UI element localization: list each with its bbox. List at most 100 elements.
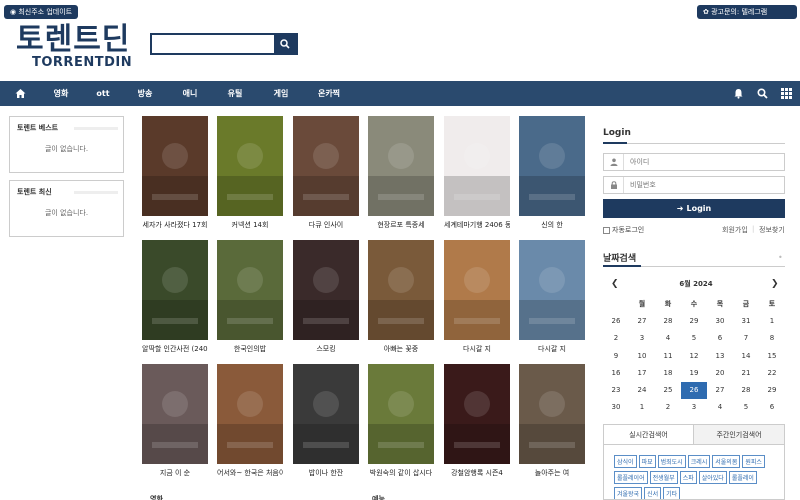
calendar-day[interactable]: 22	[759, 365, 785, 382]
calendar-day[interactable]: 7	[733, 330, 759, 347]
calendar-day[interactable]: 8	[759, 330, 785, 347]
calendar-day[interactable]: 3	[629, 330, 655, 347]
post-thumbnail[interactable]	[217, 240, 283, 340]
post-card[interactable]: 신의 한	[519, 116, 585, 231]
post-caption[interactable]: 다큐 인사이	[293, 219, 359, 231]
nav-item-movie[interactable]: 영화	[44, 81, 78, 106]
post-thumbnail[interactable]	[142, 116, 208, 216]
post-caption[interactable]: 놀아주는 여	[519, 467, 585, 479]
calendar-day[interactable]: 14	[733, 348, 759, 365]
keyword-tag[interactable]: 크레시	[687, 455, 711, 468]
nav-item-broadcast[interactable]: 방송	[129, 81, 161, 106]
id-input[interactable]	[624, 154, 784, 170]
calendar-day[interactable]: 1	[759, 313, 785, 330]
calendar-day[interactable]: 29	[681, 313, 707, 330]
post-thumbnail[interactable]	[368, 116, 434, 216]
calendar-day[interactable]: 27	[629, 313, 655, 330]
post-card[interactable]: 다시갈 지	[519, 240, 585, 355]
calendar-day[interactable]: 16	[603, 365, 629, 382]
calendar-day[interactable]: 13	[707, 348, 733, 365]
post-caption[interactable]: 세계테마기행 2406 동	[444, 219, 510, 231]
post-caption[interactable]: 한국인의밥	[217, 343, 283, 355]
calendar-day[interactable]: 29	[759, 382, 785, 399]
post-caption[interactable]: 강철암행록 시즌4	[444, 467, 510, 479]
nav-item-oncazzik[interactable]: 온카찍	[309, 81, 349, 106]
post-thumbnail[interactable]	[444, 240, 510, 340]
post-caption[interactable]: 신의 한	[519, 219, 585, 231]
calendar-day[interactable]: 15	[759, 348, 785, 365]
post-caption[interactable]: 어서와~ 한국은 처음이	[217, 467, 283, 479]
calendar-day[interactable]: 5	[681, 330, 707, 347]
tab-weekly-keywords[interactable]: 주간인기검색어	[694, 425, 784, 444]
calendar-day[interactable]: 30	[707, 313, 733, 330]
calendar-day[interactable]: 30	[603, 399, 629, 416]
post-thumbnail[interactable]	[217, 364, 283, 464]
post-caption[interactable]: 박원숙의 같이 삽시다	[368, 467, 434, 479]
more-icon[interactable]: •	[778, 253, 783, 262]
keyword-tag[interactable]: 롤플레이	[728, 471, 757, 484]
post-thumbnail[interactable]	[293, 240, 359, 340]
calendar-day[interactable]: 28	[733, 382, 759, 399]
post-caption[interactable]: 현장르포 특종세	[368, 219, 434, 231]
post-card[interactable]: 알딱할 인간사전 (2406 12학	[142, 240, 208, 355]
post-caption[interactable]: 다시갈 지	[519, 343, 585, 355]
calendar-day[interactable]: 12	[681, 348, 707, 365]
post-caption[interactable]: 세자가 사라졌다 17회	[142, 219, 208, 231]
post-thumbnail[interactable]	[519, 240, 585, 340]
keyword-tag[interactable]: 기타	[663, 487, 681, 499]
calendar-day[interactable]: 4	[655, 330, 681, 347]
calendar-day[interactable]: 9	[603, 348, 629, 365]
post-thumbnail[interactable]	[368, 240, 434, 340]
post-card[interactable]: 세계테마기행 2406 동	[444, 116, 510, 231]
calendar-day[interactable]: 20	[707, 365, 733, 382]
home-icon[interactable]	[15, 88, 26, 99]
keyword-tag[interactable]: 신서	[644, 487, 662, 499]
calendar-day[interactable]: 26	[603, 313, 629, 330]
post-thumbnail[interactable]	[217, 116, 283, 216]
search-icon[interactable]	[757, 88, 768, 99]
notice-link[interactable]: ◉ 최신주소 업데이트	[4, 5, 78, 19]
post-caption[interactable]: 알딱할 인간사전 (2406 12학	[142, 343, 208, 355]
ad-inquiry-link[interactable]: ✿ 광고문의: 텔레그램	[697, 5, 797, 19]
post-thumbnail[interactable]	[444, 364, 510, 464]
password-input[interactable]	[624, 177, 784, 193]
keyword-tag[interactable]: 롤플레이어	[614, 471, 648, 484]
calendar-day[interactable]: 6	[759, 399, 785, 416]
calendar-day[interactable]: 19	[681, 365, 707, 382]
post-caption[interactable]: 스모킹	[293, 343, 359, 355]
post-card[interactable]: 밥이나 한잔	[293, 364, 359, 479]
post-caption[interactable]: 밥이나 한잔	[293, 467, 359, 479]
post-card[interactable]: 커넥션 14회	[217, 116, 283, 231]
nav-item-anime[interactable]: 애니	[174, 81, 206, 106]
post-caption[interactable]: 커넥션 14회	[217, 219, 283, 231]
calendar-day[interactable]: 28	[655, 313, 681, 330]
post-thumbnail[interactable]	[293, 364, 359, 464]
post-card[interactable]: 지금 이 순	[142, 364, 208, 479]
post-thumbnail[interactable]	[293, 116, 359, 216]
calendar-day[interactable]: 27	[707, 382, 733, 399]
search-input[interactable]	[152, 35, 275, 53]
post-card[interactable]: 다큐 인사이	[293, 116, 359, 231]
post-caption[interactable]: 아빠는 꽃중	[368, 343, 434, 355]
calendar-day[interactable]: 2	[603, 330, 629, 347]
calendar-day[interactable]: 24	[629, 382, 655, 399]
keyword-tag[interactable]: 범죄도시	[657, 455, 686, 468]
post-thumbnail[interactable]	[519, 116, 585, 216]
keyword-tag[interactable]: 살아있다	[698, 471, 727, 484]
calendar-day[interactable]: 21	[733, 365, 759, 382]
search-button[interactable]	[274, 35, 296, 53]
calendar-day[interactable]: 6	[707, 330, 733, 347]
prev-month-button[interactable]: ❮	[611, 279, 619, 289]
calendar-day[interactable]: 23	[603, 382, 629, 399]
post-card[interactable]: 놀아주는 여	[519, 364, 585, 479]
calendar-day[interactable]: 26	[681, 381, 707, 400]
site-logo-sub[interactable]: TORRENTDIN	[32, 56, 132, 70]
keyword-tag[interactable]: 삼식이	[614, 455, 637, 468]
site-logo[interactable]: 토렌트딘	[16, 24, 130, 56]
calendar-day[interactable]: 17	[629, 365, 655, 382]
nav-item-ott[interactable]: ott	[87, 81, 119, 106]
post-card[interactable]: 세자가 사라졌다 17회	[142, 116, 208, 231]
nav-item-util[interactable]: 유틸	[219, 81, 251, 106]
calendar-day[interactable]: 11	[655, 348, 681, 365]
calendar-day[interactable]: 5	[733, 399, 759, 416]
